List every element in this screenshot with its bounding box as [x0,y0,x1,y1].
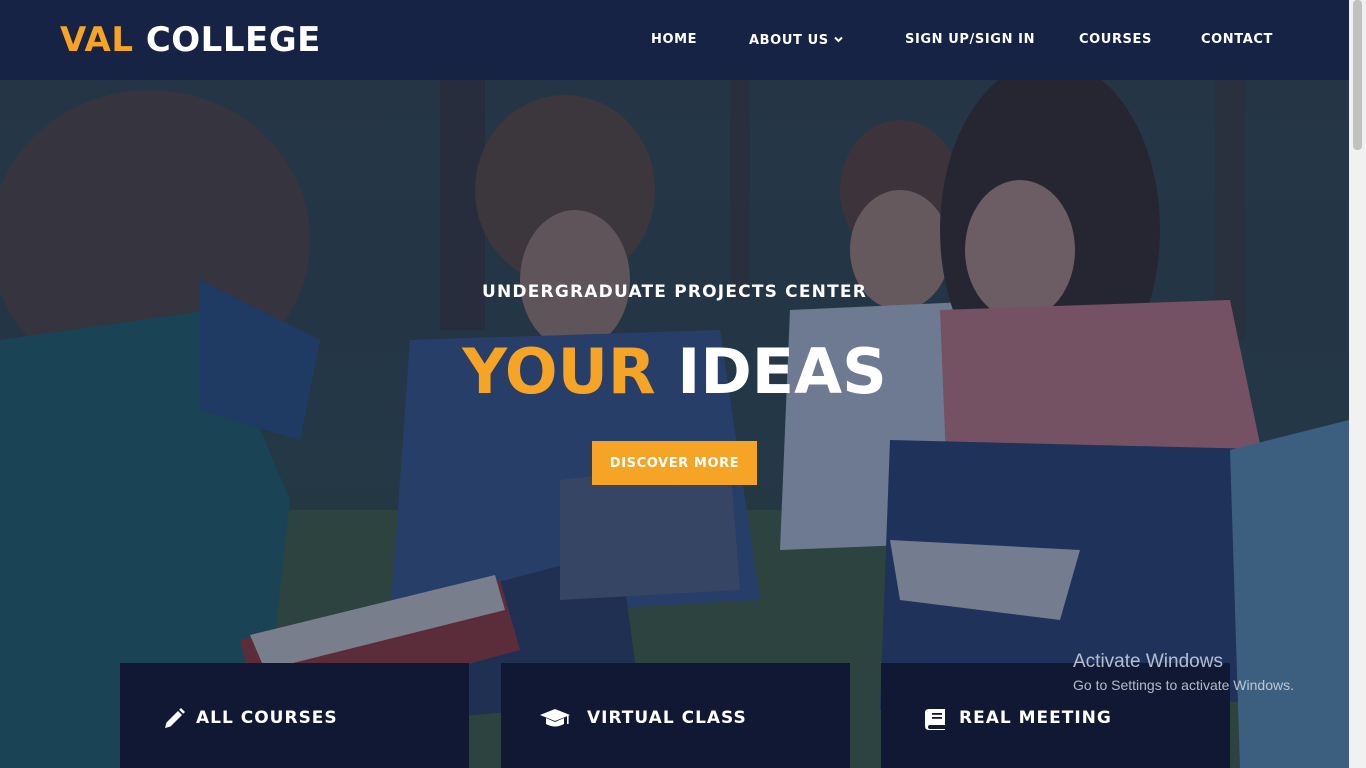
chevron-down-icon [833,31,843,49]
discover-more-button[interactable]: DISCOVER MORE [592,441,757,485]
feature-card-all-courses[interactable]: ALL COURSES [120,663,469,768]
main-nav: HOME ABOUT US SIGN UP/SIGN IN COURSES CO… [0,0,1349,80]
hero-headline: YOUR IDEAS [0,334,1349,410]
nav-courses-link[interactable]: COURSES [1079,31,1152,49]
page: VAL COLLEGE HOME ABOUT US SIGN UP/SIGN I… [0,0,1349,768]
feature-label: ALL COURSES [196,708,338,728]
feature-card-virtual-class[interactable]: VIRTUAL CLASS [501,663,850,768]
hero-kicker: UNDERGRADUATE PROJECTS CENTER [482,282,867,302]
nav-home-link[interactable]: HOME [651,31,697,49]
nav-about-label: ABOUT US [749,33,829,48]
site-header: VAL COLLEGE HOME ABOUT US SIGN UP/SIGN I… [0,0,1349,80]
windows-activation-watermark: Activate Windows Go to Settings to activ… [1073,650,1294,694]
nav-signup-link[interactable]: SIGN UP/SIGN IN [905,31,1035,49]
pencil-icon [158,705,190,733]
headline-main: IDEAS [677,335,887,408]
nav-contact-link[interactable]: CONTACT [1201,31,1273,49]
scrollbar-thumb[interactable] [1353,0,1362,150]
nav-about-dropdown[interactable]: ABOUT US [749,31,843,50]
watermark-title: Activate Windows [1073,651,1223,672]
headline-accent: YOUR [462,335,656,408]
book-icon [919,705,951,733]
vertical-scrollbar[interactable] [1349,0,1366,768]
graduation-cap-icon [539,705,571,733]
feature-label: REAL MEETING [959,708,1112,728]
feature-label: VIRTUAL CLASS [587,708,747,728]
watermark-subtitle: Go to Settings to activate Windows. [1073,677,1294,693]
